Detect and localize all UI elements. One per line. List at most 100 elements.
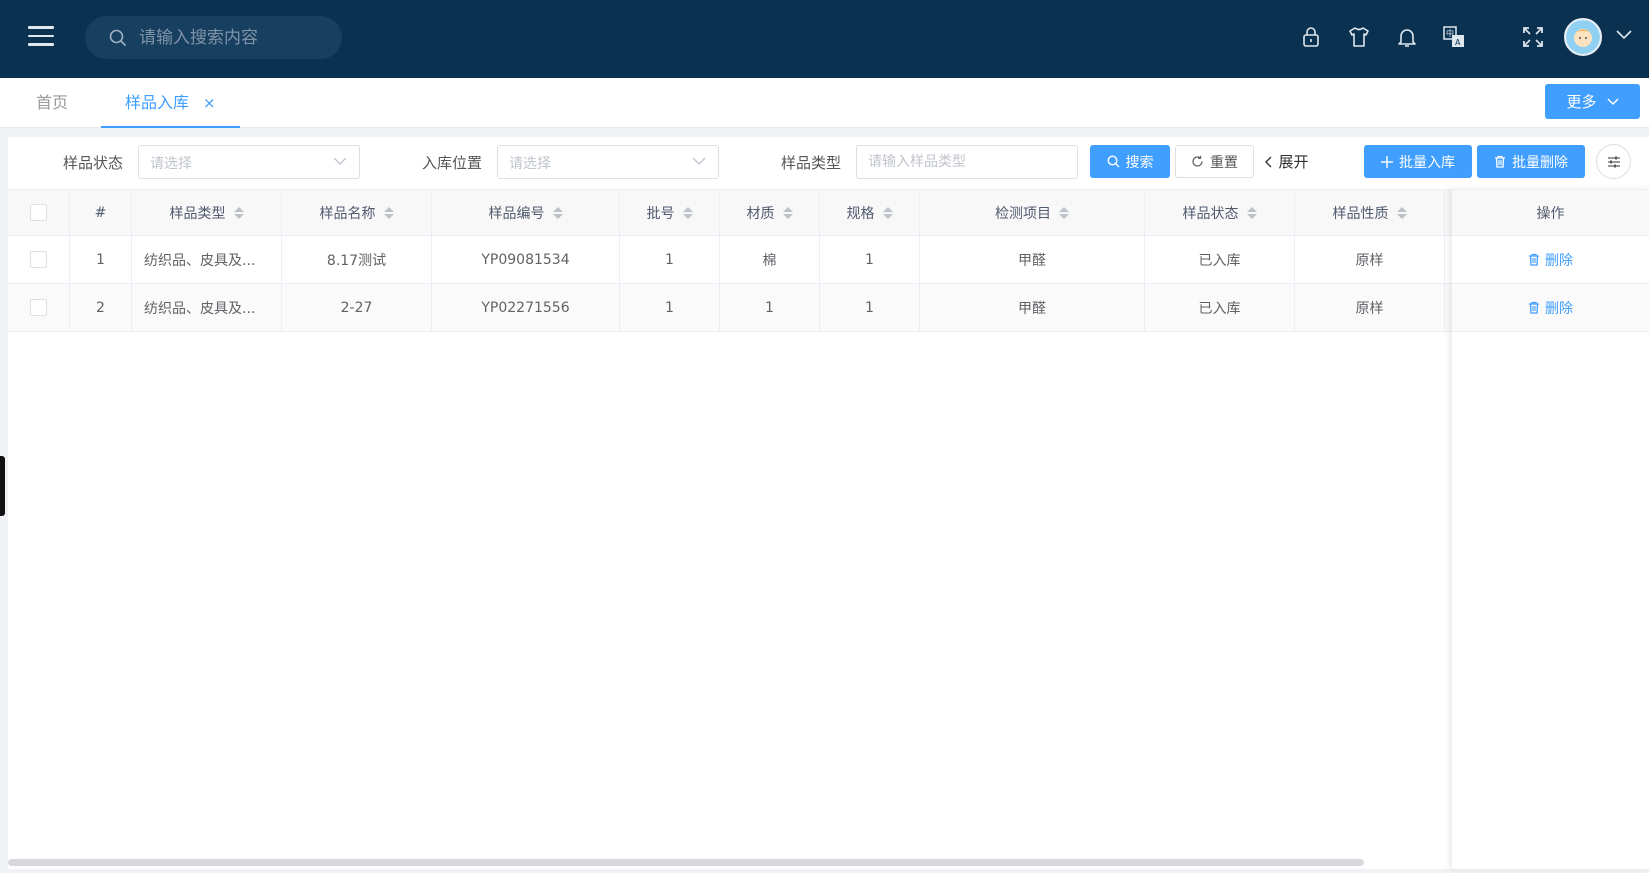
sort-icon[interactable] <box>383 206 394 219</box>
search-icon <box>1106 155 1119 168</box>
sort-icon[interactable] <box>233 206 244 219</box>
cell-material: 棉 <box>720 236 820 283</box>
delete-link[interactable]: 删除 <box>1528 250 1573 270</box>
row-checkbox[interactable] <box>30 251 47 268</box>
delete-link-label: 删除 <box>1545 300 1573 317</box>
header-label: 材质 <box>746 205 775 222</box>
more-button[interactable]: 更多 <box>1545 84 1640 119</box>
global-search[interactable] <box>85 16 342 59</box>
header-nature[interactable]: 样品性质 <box>1295 190 1445 235</box>
row-checkbox-cell <box>8 284 70 331</box>
row-checkbox[interactable] <box>30 299 47 316</box>
chevron-down-icon <box>333 157 347 165</box>
lock-icon[interactable] <box>1299 25 1323 49</box>
chevron-down-icon[interactable] <box>1616 30 1632 40</box>
cell-nature: 原样 <box>1295 236 1445 283</box>
close-icon[interactable]: × <box>203 78 216 128</box>
location-select[interactable]: 请选择 <box>497 145 719 179</box>
chevron-left-icon <box>1265 156 1272 167</box>
header-test-item[interactable]: 检测项目 <box>920 190 1145 235</box>
cell-sample-type: 纺织品、皮具及... <box>132 236 282 283</box>
header-material[interactable]: 材质 <box>720 190 820 235</box>
sort-icon[interactable] <box>782 206 793 219</box>
sliders-icon <box>1607 156 1620 167</box>
search-button-label: 搜索 <box>1125 154 1154 171</box>
batch-delete-button[interactable]: 批量删除 <box>1477 145 1585 178</box>
expand-button[interactable]: 展开 <box>1263 145 1311 178</box>
sample-type-input[interactable] <box>856 145 1078 179</box>
menu-toggle-icon[interactable] <box>28 26 54 48</box>
bell-icon[interactable] <box>1395 25 1419 49</box>
header-batch[interactable]: 批号 <box>620 190 720 235</box>
header-label: 样品名称 <box>319 205 376 222</box>
sort-icon[interactable] <box>1246 206 1257 219</box>
header-label: 样品性质 <box>1332 205 1389 222</box>
cell-batch: 1 <box>620 236 720 283</box>
search-icon <box>109 29 127 46</box>
header-label: 批号 <box>646 205 675 222</box>
batch-in-button[interactable]: 批量入库 <box>1364 145 1472 178</box>
column-settings-button[interactable] <box>1596 144 1631 179</box>
filter-label-location: 入库位置 <box>422 154 483 172</box>
trash-icon <box>1495 155 1505 168</box>
cell-material: 1 <box>720 284 820 331</box>
location-select-placeholder: 请选择 <box>509 156 551 172</box>
header-label: 样品编号 <box>488 205 545 222</box>
header-status[interactable]: 样品状态 <box>1145 190 1295 235</box>
header-sample-name[interactable]: 样品名称 <box>282 190 432 235</box>
cell-spec: 1 <box>820 236 920 283</box>
reset-button[interactable]: 重置 <box>1175 145 1254 178</box>
action-column: 操作 删除 删除 <box>1452 189 1649 869</box>
table-row[interactable]: 2 纺织品、皮具及... 2-27 YP02271556 1 1 1 甲醛 已入… <box>8 284 1649 332</box>
filter-label-status: 样品状态 <box>63 154 124 172</box>
cell-nature: 原样 <box>1295 284 1445 331</box>
cell-index: 1 <box>70 236 132 283</box>
header-sample-code[interactable]: 样品编号 <box>432 190 620 235</box>
cell-status: 已入库 <box>1145 236 1295 283</box>
reset-button-label: 重置 <box>1210 154 1238 171</box>
trash-icon <box>1529 301 1539 314</box>
header-spec[interactable]: 规格 <box>820 190 920 235</box>
svg-text:中: 中 <box>1446 28 1454 38</box>
top-navbar: 中A <box>0 0 1649 78</box>
search-button[interactable]: 搜索 <box>1090 145 1170 178</box>
action-cell: 删除 <box>1452 284 1649 332</box>
main-panel: 样品状态 请选择 入库位置 请选择 样品类型 搜索 重置 展开 批量入库 批量删… <box>8 137 1649 869</box>
cell-index: 2 <box>70 284 132 331</box>
plus-icon <box>1381 155 1393 168</box>
expand-button-label: 展开 <box>1278 153 1309 171</box>
action-cell: 删除 <box>1452 236 1649 284</box>
cell-sample-code: YP02271556 <box>432 284 620 331</box>
fullscreen-icon[interactable] <box>1521 25 1545 49</box>
status-select-placeholder: 请选择 <box>150 156 192 172</box>
tab-sample-storage[interactable]: 样品入库 × <box>101 78 240 128</box>
header-sample-type[interactable]: 样品类型 <box>132 190 282 235</box>
sidebar-drag-handle[interactable] <box>0 456 5 516</box>
sort-icon[interactable] <box>1396 206 1407 219</box>
tab-home[interactable]: 首页 <box>36 78 68 128</box>
sort-icon[interactable] <box>882 206 893 219</box>
select-all-checkbox[interactable] <box>30 204 47 221</box>
global-search-input[interactable] <box>139 27 319 48</box>
user-avatar[interactable] <box>1564 18 1602 56</box>
chevron-down-icon <box>1606 97 1619 105</box>
table-header: # 样品类型 样品名称 样品编号 批号 材质 规格 检测项目 样品状态 样品性质 <box>8 189 1649 236</box>
shirt-icon[interactable] <box>1347 25 1371 49</box>
cell-sample-name: 8.17测试 <box>282 236 432 283</box>
status-select[interactable]: 请选择 <box>138 145 360 179</box>
horizontal-scrollbar[interactable] <box>8 859 1364 866</box>
cell-batch: 1 <box>620 284 720 331</box>
more-button-label: 更多 <box>1566 93 1597 111</box>
sort-icon[interactable] <box>682 206 693 219</box>
tabs-bar: 首页 样品入库 × 更多 <box>0 78 1649 128</box>
header-label: 检测项目 <box>995 205 1051 222</box>
tab-label: 样品入库 <box>125 93 190 112</box>
cell-sample-name: 2-27 <box>282 284 432 331</box>
sort-icon[interactable] <box>1059 206 1069 219</box>
svg-text:A: A <box>1455 38 1461 47</box>
translate-icon[interactable]: 中A <box>1442 25 1466 49</box>
cell-sample-code: YP09081534 <box>432 236 620 283</box>
sort-icon[interactable] <box>552 206 563 219</box>
table-row[interactable]: 1 纺织品、皮具及... 8.17测试 YP09081534 1 棉 1 甲醛 … <box>8 236 1649 284</box>
delete-link[interactable]: 删除 <box>1528 298 1573 318</box>
